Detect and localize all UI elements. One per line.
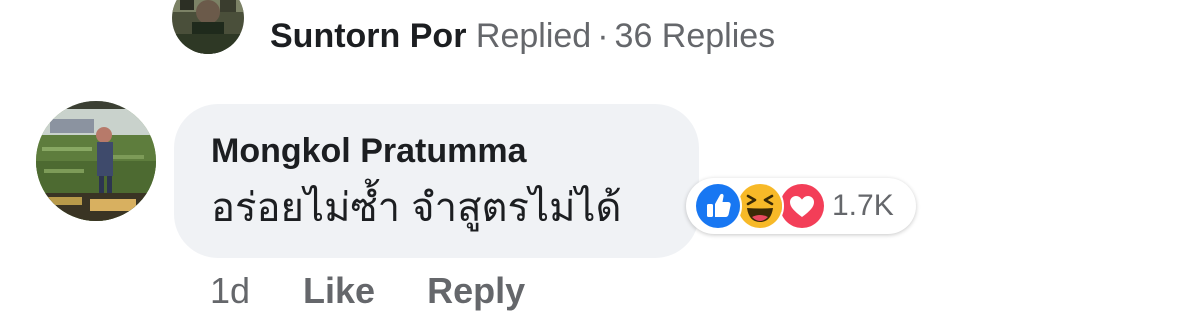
comment-text: อร่อยไม่ซ้ำ จำสูตรไม่ได้	[211, 186, 622, 230]
replies-summary-text[interactable]: Suntorn Por Replied · 36 Replies	[270, 16, 775, 56]
reaction-count: 1.7K	[832, 189, 894, 222]
comment-actions: 1d Like Reply	[210, 266, 525, 315]
reply-button[interactable]: Reply	[427, 270, 525, 312]
replied-label: Replied	[475, 17, 592, 55]
reactions-summary[interactable]: 1.7K	[686, 178, 916, 234]
replies-summary[interactable]: Suntorn Por Replied · 36 Replies	[172, 0, 775, 56]
like-icon	[694, 182, 742, 230]
like-button[interactable]: Like	[303, 270, 375, 312]
comment-thread: Suntorn Por Replied · 36 Replies Mongkol P…	[0, 0, 1200, 315]
comment-bubble: Mongkol Pratumma อร่อยไม่ซ้ำ จำสูตรไม่ได…	[174, 104, 699, 258]
avatar[interactable]	[36, 101, 156, 221]
replies-count[interactable]: 36 Replies	[615, 17, 776, 55]
avatar[interactable]	[172, 0, 244, 54]
haha-icon	[736, 182, 784, 230]
comment-timestamp[interactable]: 1d	[210, 270, 250, 312]
reply-author-name[interactable]: Suntorn Por	[270, 17, 466, 55]
comment-author[interactable]: Mongkol Pratumma	[211, 131, 699, 171]
separator-dot: ·	[597, 17, 609, 55]
love-icon	[778, 182, 826, 230]
